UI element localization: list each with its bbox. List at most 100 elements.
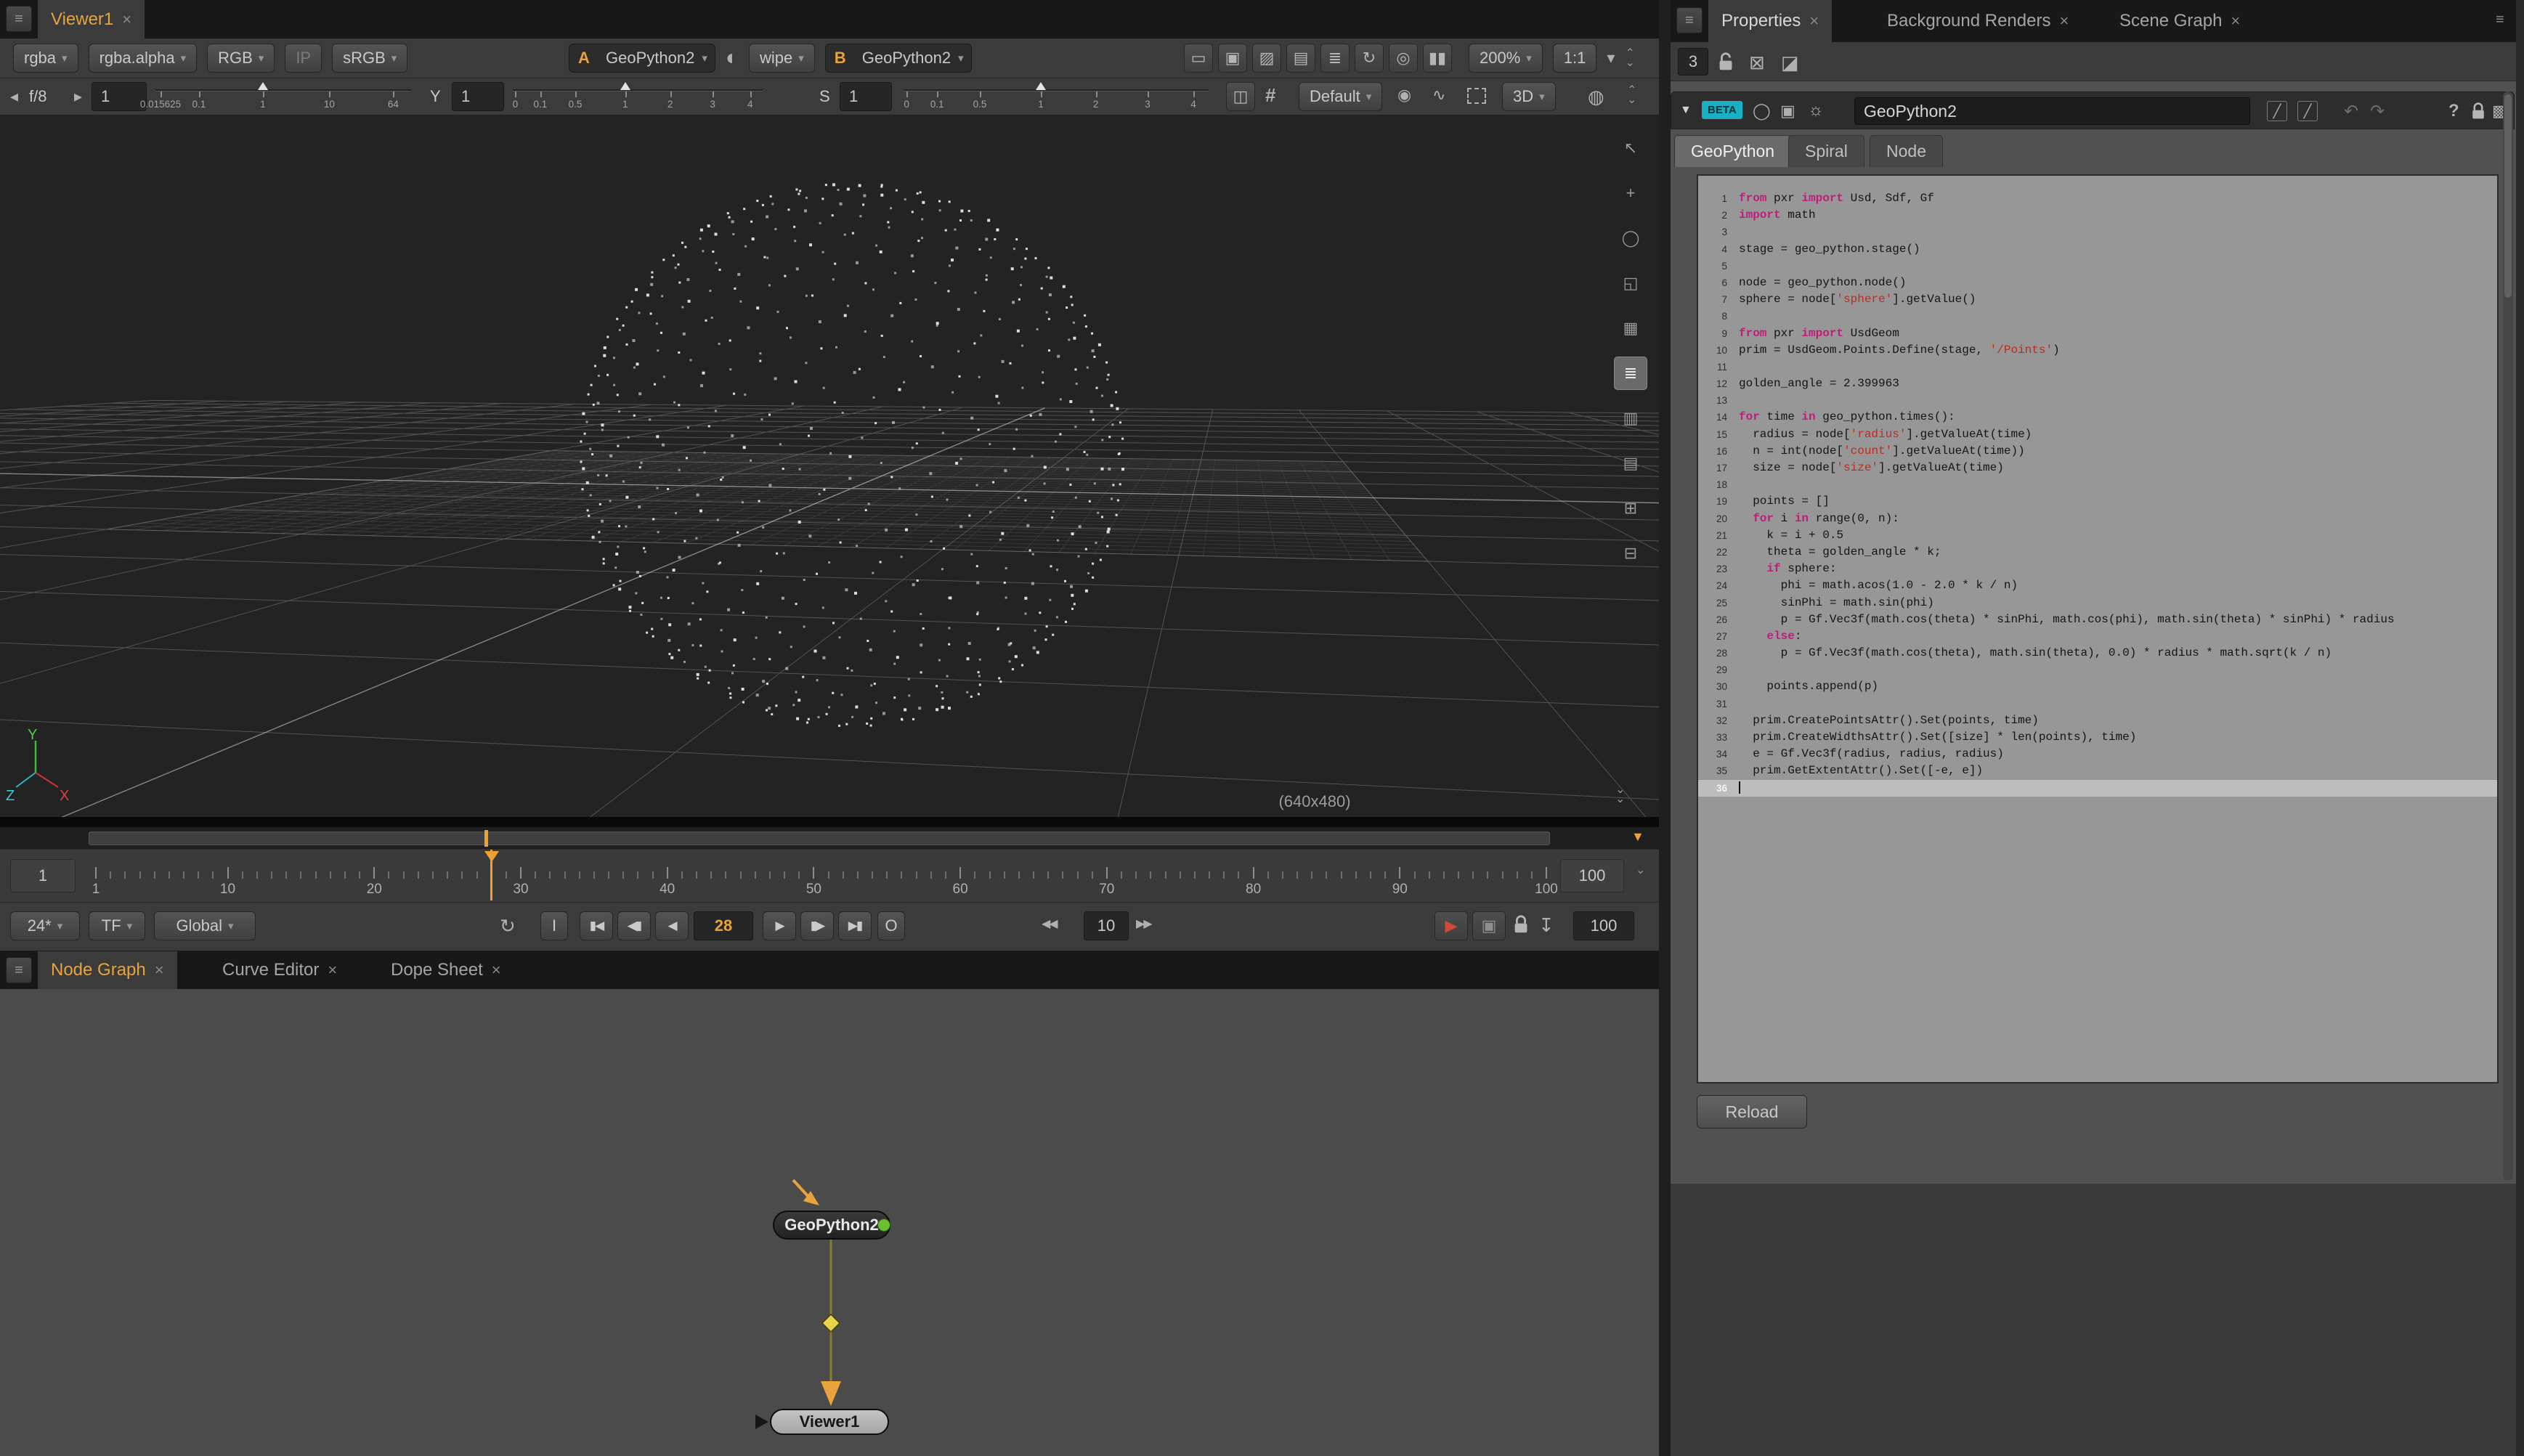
toolbar-scroll-icon[interactable]: ⌃⌄ — [1627, 86, 1636, 105]
grid-layout-icon[interactable]: ⊞ — [1614, 492, 1647, 525]
range-mode-dropdown[interactable]: Global▾ — [154, 911, 256, 940]
pause-icon[interactable]: ▮▮ — [1423, 44, 1452, 73]
gain-value-field[interactable]: 1 — [92, 82, 147, 111]
lock-range-icon[interactable] — [1511, 913, 1531, 936]
format-icon[interactable]: ▣ — [1218, 44, 1247, 73]
flipbook-render-icon[interactable]: ▶ — [1435, 911, 1468, 940]
roi-icon[interactable]: ◎ — [1389, 44, 1418, 73]
layer-dropdown[interactable]: rgba▾ — [13, 44, 78, 73]
slider-handle[interactable] — [258, 82, 268, 90]
goto-start-button[interactable]: ▮◀ — [580, 911, 613, 940]
b-input-control[interactable]: B GeoPython2 ▾ — [825, 44, 972, 73]
tab-viewer1[interactable]: Viewer1 × — [38, 0, 145, 38]
saturation-slider[interactable]: 00.10.51234 — [904, 81, 1209, 113]
translate-tool-icon[interactable]: + — [1614, 176, 1647, 210]
input-process-toggle[interactable]: IP — [285, 44, 322, 73]
capture-icon[interactable]: ▣ — [1472, 911, 1506, 940]
close-icon[interactable]: × — [2231, 12, 2240, 30]
playback-mode-icon[interactable]: ↻ — [500, 915, 516, 938]
tf-dropdown[interactable]: TF▾ — [89, 911, 145, 940]
grid-overlay-icon[interactable]: # — [1265, 84, 1275, 107]
layout-list-icon[interactable]: ≣ — [1614, 357, 1647, 390]
tab-background-renders[interactable]: Background Renders× — [1874, 0, 2082, 42]
close-icon[interactable]: × — [328, 961, 337, 980]
close-icon[interactable]: × — [155, 961, 164, 980]
split-horizontal-icon[interactable]: ▥ — [1614, 402, 1647, 435]
gain-prev-icon[interactable]: ◂ — [10, 87, 18, 106]
fps-dropdown[interactable]: 24*▾ — [10, 911, 80, 940]
panel-menu-icon[interactable]: ≡ — [6, 6, 32, 32]
step-forward-button[interactable]: ▮▶ — [800, 911, 834, 940]
eraser-icon[interactable]: ◪ — [1781, 52, 1799, 74]
bypass-icon[interactable]: ◯ — [1753, 102, 1771, 121]
jump-forward-icon[interactable]: ▶▶ — [1136, 916, 1151, 931]
gain-slider[interactable]: 0.0156250.111064 — [155, 81, 411, 113]
tab-node[interactable]: Node — [1870, 135, 1943, 167]
close-all-panels-icon[interactable]: ⊠ — [1749, 52, 1765, 74]
scale-tool-icon[interactable]: ◱ — [1614, 267, 1647, 300]
current-frame-field[interactable]: 28 — [694, 911, 753, 940]
play-button[interactable]: ▶ — [763, 911, 796, 940]
timeline-scroll-strip[interactable]: ▼ — [0, 827, 1659, 850]
camera-icon[interactable]: ◉ — [1397, 86, 1411, 105]
channel-display-dropdown[interactable]: RGB▾ — [207, 44, 275, 73]
playhead-marker[interactable] — [484, 851, 499, 862]
collapse-panel-icon[interactable]: ▼ — [1680, 104, 1692, 117]
properties-scrollbar[interactable] — [2503, 91, 2513, 1181]
panel-divider[interactable] — [1659, 0, 1671, 1456]
render-mode-icon[interactable]: ◍ — [1588, 86, 1604, 108]
toolbar-scroll-icon[interactable]: ⌃⌄ — [1625, 49, 1634, 68]
viewport-scroll-icon[interactable]: ⌄⌄ — [1615, 785, 1625, 804]
reload-button[interactable]: Reload — [1697, 1095, 1807, 1128]
gain-next-icon[interactable]: ▸ — [74, 87, 82, 106]
wipe-mode-dropdown[interactable]: wipe▾ — [749, 44, 815, 73]
ruler-scroll-icon[interactable]: ⌄ — [1636, 866, 1645, 875]
gamma-value-field[interactable]: 1 — [452, 82, 504, 111]
saturation-value-field[interactable]: 1 — [840, 82, 892, 111]
slider-handle[interactable] — [1036, 82, 1046, 90]
code-editor[interactable]: 1from pxr import Usd, Sdf, Gf2import mat… — [1697, 174, 2499, 1083]
pixel-ratio-button[interactable]: 1:1 — [1553, 44, 1597, 73]
undo-icon[interactable]: ↶ — [2344, 101, 2358, 122]
unlock-icon[interactable] — [1716, 50, 1736, 73]
tab-scene-graph[interactable]: Scene Graph× — [2106, 0, 2253, 42]
colorsync-icon[interactable]: ↻ — [1355, 44, 1384, 73]
alpha-layer-dropdown[interactable]: rgba.alpha▾ — [89, 44, 198, 73]
rotate-tool-icon[interactable]: ◯ — [1614, 221, 1647, 255]
edit-curves-icon[interactable]: ╱ — [2297, 101, 2318, 121]
marquee-roi-icon[interactable] — [1467, 88, 1486, 104]
disable-toggle-icon[interactable]: ☼ — [1808, 100, 1824, 121]
tab-node-graph[interactable]: Node Graph× — [38, 951, 177, 989]
lookup-curve-icon[interactable]: ∿ — [1432, 86, 1445, 105]
prev-keyframe-button[interactable]: ◀▮ — [617, 911, 651, 940]
tab-spiral[interactable]: Spiral — [1788, 135, 1864, 167]
lut-dropdown[interactable]: Default▾ — [1299, 82, 1382, 111]
redo-icon[interactable]: ↷ — [2370, 101, 2385, 122]
viewer-viewport[interactable]: ↖+◯◱▦≣▥▤⊞⊟ Y Z X (640x480) ⌄⌄ — [0, 115, 1659, 817]
goto-end-button[interactable]: ▶▮ — [838, 911, 872, 940]
edit-expression-icon[interactable]: ╱ — [2267, 101, 2287, 121]
timeline-options-icon[interactable]: ▼ — [1631, 829, 1644, 845]
frame-ruler[interactable]: 1102030405060708090100 — [89, 850, 1554, 903]
export-icon[interactable]: ↧ — [1538, 914, 1554, 937]
node-viewer1[interactable]: Viewer1 — [770, 1409, 889, 1435]
colorspace-dropdown[interactable]: sRGB▾ — [332, 44, 407, 73]
tab-geopython[interactable]: GeoPython — [1674, 135, 1791, 167]
set-out-button[interactable]: O — [877, 911, 905, 940]
timeline-scroll-handle[interactable] — [89, 831, 1550, 845]
lock-panel-icon[interactable] — [2469, 100, 2488, 122]
panel-options-icon[interactable]: ≡ — [2496, 12, 2504, 28]
range-end-field[interactable]: 100 — [1560, 859, 1624, 892]
panel-menu-icon[interactable]: ≡ — [1676, 7, 1703, 33]
channel-list-icon[interactable]: ≣ — [1320, 44, 1350, 73]
view-mode-dropdown[interactable]: 3D▾ — [1502, 82, 1556, 111]
more-options-icon[interactable]: ▾ — [1607, 49, 1615, 68]
projector-icon[interactable]: ▤ — [1286, 44, 1315, 73]
close-icon[interactable]: × — [492, 961, 501, 980]
fstop-label[interactable]: f/8 — [29, 87, 46, 106]
zoom-dropdown[interactable]: 200%▾ — [1469, 44, 1543, 73]
gamma-slider[interactable]: 00.10.51234 — [513, 81, 763, 113]
help-icon[interactable]: ? — [2448, 101, 2459, 121]
node-graph-canvas[interactable]: GeoPython2 Viewer1 — [0, 989, 1659, 1456]
grid-snap-icon[interactable]: ▦ — [1614, 312, 1647, 345]
